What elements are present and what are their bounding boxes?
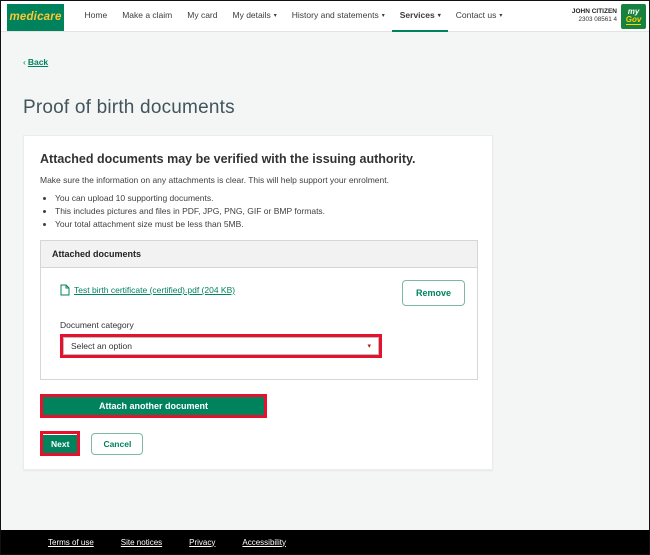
back-link[interactable]: ‹ Back xyxy=(23,57,48,67)
annotation-highlight-attach: Attach another document xyxy=(40,394,267,418)
footer-link-site-notices[interactable]: Site notices xyxy=(121,538,162,547)
annotation-highlight-dropdown: Select an option ▾ xyxy=(60,334,382,358)
mygov-logo: my Gov xyxy=(621,3,646,29)
medicare-logo-text: medicare xyxy=(9,11,62,23)
upload-rules-list: You can upload 10 supporting documents. … xyxy=(46,193,480,229)
attached-file-link[interactable]: Test birth certificate (certified).pdf (… xyxy=(74,285,235,295)
main-nav: Home Make a claim My card My details ▾ H… xyxy=(77,1,510,32)
medicare-online-account-page: medicare Home Make a claim My card My de… xyxy=(0,0,650,555)
page-content: ‹ Back Proof of birth documents Attached … xyxy=(1,32,649,530)
form-actions: Next Cancel xyxy=(40,431,480,456)
footer-link-terms-of-use[interactable]: Terms of use xyxy=(48,538,94,547)
user-name: JOHN CITIZEN xyxy=(571,8,617,15)
select-caret-icon: ▾ xyxy=(367,343,371,350)
chevron-down-icon: ▾ xyxy=(437,12,441,19)
list-item: This includes pictures and files in PDF,… xyxy=(55,206,480,216)
chevron-down-icon: ▾ xyxy=(381,12,385,19)
list-item: Your total attachment size must be less … xyxy=(55,219,480,229)
page-footer: Terms of use Site notices Privacy Access… xyxy=(1,530,649,554)
user-number: 2303 08561 4 xyxy=(578,16,617,24)
back-chevron-icon: ‹ xyxy=(23,57,26,67)
panel-body: Test birth certificate (certified).pdf (… xyxy=(41,268,477,379)
top-navigation: medicare Home Make a claim My card My de… xyxy=(1,1,649,32)
documents-card: Attached documents may be verified with … xyxy=(23,135,493,470)
document-category-label: Document category xyxy=(60,320,134,330)
chevron-down-icon: ▾ xyxy=(273,12,277,19)
list-item: You can upload 10 supporting documents. xyxy=(55,193,480,203)
nav-item-my-details[interactable]: My details ▾ xyxy=(225,1,284,32)
attached-documents-panel: Attached documents Test birth certificat… xyxy=(40,240,478,380)
annotation-highlight-next: Next xyxy=(40,431,81,456)
medicare-logo[interactable]: medicare xyxy=(7,3,64,31)
nav-item-services[interactable]: Services ▾ xyxy=(392,1,449,32)
next-button[interactable]: Next xyxy=(43,435,78,453)
document-category-select[interactable]: Select an option ▾ xyxy=(63,337,379,355)
remove-button[interactable]: Remove xyxy=(401,280,465,306)
footer-link-privacy[interactable]: Privacy xyxy=(189,538,215,547)
user-info: JOHN CITIZEN 2303 08561 4 xyxy=(572,8,617,24)
card-heading: Attached documents may be verified with … xyxy=(40,152,416,166)
nav-item-home[interactable]: Home xyxy=(77,1,115,32)
nav-item-my-card[interactable]: My card xyxy=(180,1,225,32)
attached-file-row: Test birth certificate (certified).pdf (… xyxy=(60,280,469,306)
footer-link-accessibility[interactable]: Accessibility xyxy=(242,538,286,547)
nav-item-contact-us[interactable]: Contact us ▾ xyxy=(448,1,510,32)
chevron-down-icon: ▾ xyxy=(499,12,503,19)
panel-title: Attached documents xyxy=(41,241,477,268)
attach-another-document-button[interactable]: Attach another document xyxy=(43,397,264,415)
select-value: Select an option xyxy=(71,341,132,351)
page-title: Proof of birth documents xyxy=(23,97,235,118)
nav-item-history-and-statements[interactable]: History and statements ▾ xyxy=(284,1,392,32)
pdf-file-icon xyxy=(60,284,70,296)
attached-file: Test birth certificate (certified).pdf (… xyxy=(60,284,235,296)
cancel-button[interactable]: Cancel xyxy=(91,432,144,455)
nav-item-make-a-claim[interactable]: Make a claim xyxy=(115,1,180,32)
card-intro: Make sure the information on any attachm… xyxy=(40,175,389,185)
